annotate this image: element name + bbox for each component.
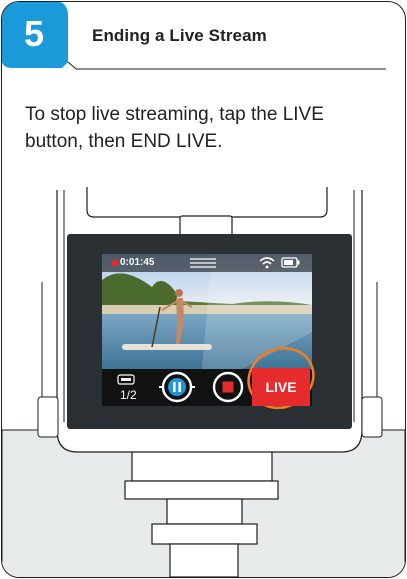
page-indicator[interactable]: 1/2: [120, 388, 137, 402]
camera-screen: 0:01:45 1/2 LIVE: [102, 254, 312, 406]
step-number: 5: [24, 13, 45, 54]
step-title: Ending a Live Stream: [92, 26, 267, 45]
record-timer: 0:01:45: [120, 257, 155, 268]
live-button[interactable]: LIVE: [252, 368, 310, 406]
instruction-card: 5 Ending a Live Stream To stop live stre…: [1, 1, 406, 578]
instruction-text: To stop live streaming, tap the LIVE but…: [25, 104, 324, 152]
step-badge: 5: [2, 2, 72, 72]
